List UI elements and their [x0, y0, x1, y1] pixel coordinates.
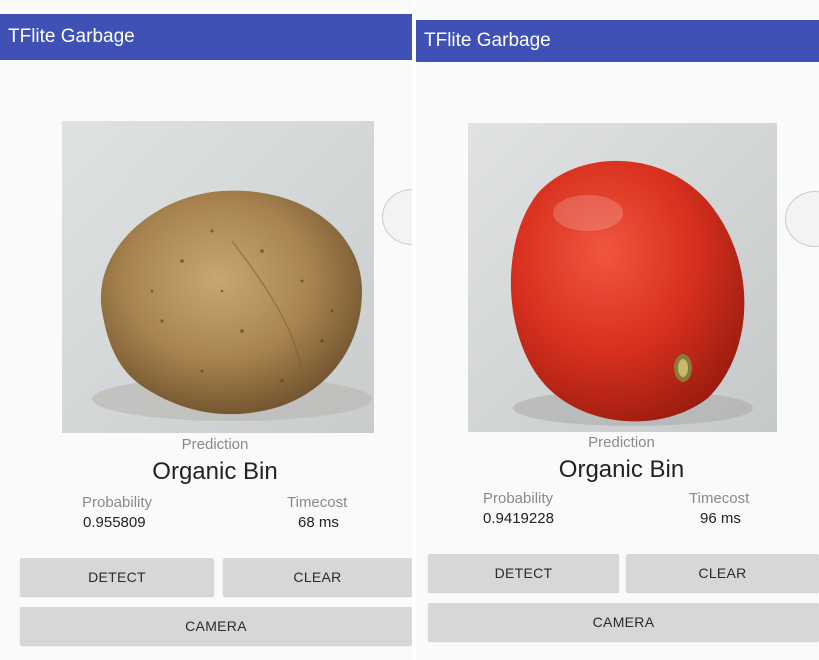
probability-value: 0.955809	[83, 514, 146, 531]
input-image-potato	[62, 121, 374, 433]
tomato-image	[468, 123, 777, 432]
camera-button[interactable]: CAMERA	[428, 603, 819, 641]
camera-button[interactable]: CAMERA	[20, 607, 412, 645]
app-screen-left: TFlite Garbage Prediction Organic Bin Pr…	[0, 0, 412, 660]
probability-value: 0.9419228	[483, 510, 554, 527]
prediction-label: Prediction	[181, 436, 249, 453]
timecost-value: 96 ms	[700, 510, 741, 527]
clear-button[interactable]: CLEAR	[223, 558, 412, 596]
timecost-value: 68 ms	[298, 514, 339, 531]
detect-button[interactable]: DETECT	[20, 558, 214, 596]
app-bar: TFlite Garbage	[416, 20, 819, 62]
app-screen-right: TFlite Garbage Prediction Organic Bin Pr…	[416, 0, 819, 660]
probability-label: Probability	[82, 494, 153, 511]
timecost-label: Timecost	[689, 490, 750, 507]
app-title: TFlite Garbage	[8, 26, 135, 47]
detect-button[interactable]: DETECT	[428, 554, 619, 592]
potato-image	[62, 121, 374, 433]
app-bar: TFlite Garbage	[0, 14, 412, 60]
timecost-label: Timecost	[287, 494, 348, 511]
prediction-label: Prediction	[588, 434, 655, 451]
side-indicator	[785, 191, 819, 247]
app-title: TFlite Garbage	[424, 30, 551, 51]
prediction-value: Organic Bin	[558, 456, 685, 483]
clear-button[interactable]: CLEAR	[626, 554, 819, 592]
input-image-tomato	[468, 123, 777, 432]
prediction-value: Organic Bin	[152, 458, 278, 485]
probability-label: Probability	[483, 490, 554, 507]
side-indicator	[382, 189, 412, 245]
